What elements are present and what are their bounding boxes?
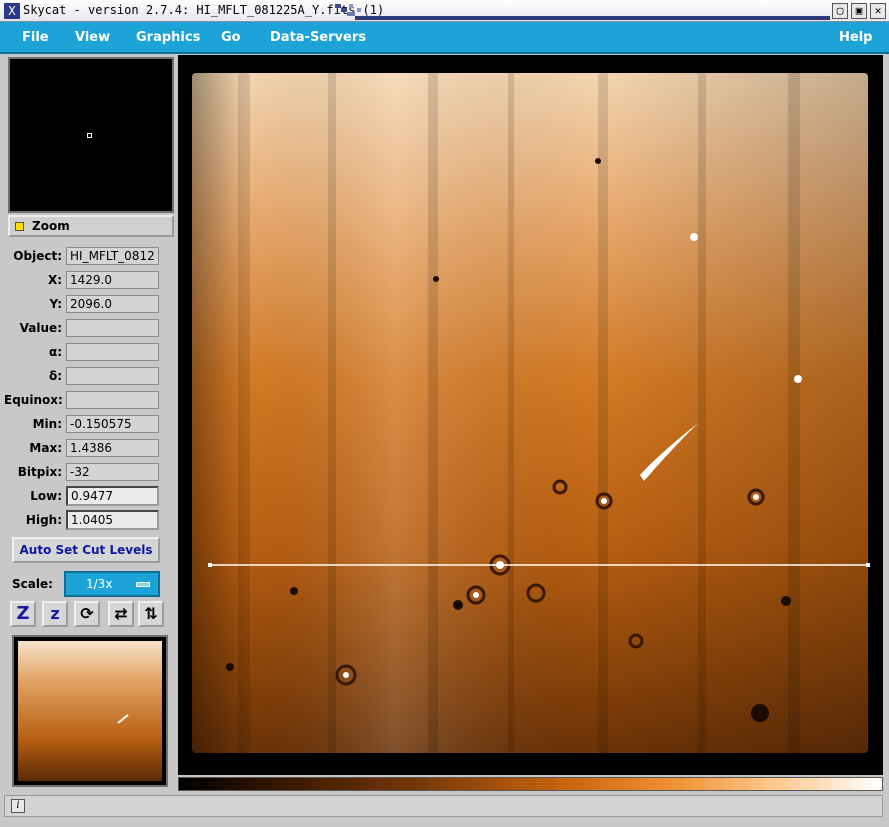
equinox-field: [66, 391, 159, 409]
scale-select[interactable]: 1/3x: [64, 571, 160, 597]
thumbnail-graphic: [18, 641, 162, 781]
max-label: Max:: [29, 441, 62, 455]
zoom-in-icon: Z: [16, 603, 30, 624]
control-panel: Zoom Object: HI_MFLT_0812 X: 1429.0 Y: 2…: [4, 55, 176, 792]
colorbar[interactable]: [178, 777, 883, 791]
menu-bar: File View Graphics Go Data-Servers Help: [0, 22, 889, 54]
auto-set-cut-levels-button[interactable]: Auto Set Cut Levels: [12, 537, 160, 563]
menu-file[interactable]: File: [22, 30, 49, 45]
image-display[interactable]: [178, 55, 883, 775]
max-field: 1.4386: [66, 439, 159, 457]
app-icon[interactable]: X: [4, 3, 20, 19]
y-label: Y:: [49, 297, 62, 311]
flip-y-button[interactable]: ⇅: [138, 601, 164, 627]
bitpix-label: Bitpix:: [17, 465, 62, 479]
pan-cursor-marker[interactable]: [87, 133, 92, 138]
zoom-checkbox[interactable]: [15, 222, 24, 231]
min-label: Min:: [32, 417, 62, 431]
x-label: X:: [47, 273, 62, 287]
info-icon[interactable]: i: [11, 799, 25, 813]
menu-graphics[interactable]: Graphics: [136, 30, 200, 45]
scale-label: Scale:: [12, 577, 53, 591]
pan-view[interactable]: [8, 57, 174, 213]
zoom-out-button[interactable]: z: [42, 601, 68, 627]
dropdown-indicator-icon: [136, 582, 150, 587]
bitpix-field: -32: [66, 463, 159, 481]
delta-field: [66, 367, 159, 385]
menu-data-servers[interactable]: Data-Servers: [270, 30, 366, 45]
title-bar-decoration: [335, 4, 830, 20]
maximize-button[interactable]: ▣: [851, 3, 867, 19]
zoom-out-icon: z: [50, 604, 60, 623]
y-field: 2096.0: [66, 295, 159, 313]
zoom-label: Zoom: [32, 219, 70, 233]
image-thumbnail[interactable]: [12, 635, 168, 787]
value-field: [66, 319, 159, 337]
window-title: Skycat - version 2.7.4: HI_MFLT_081225A_…: [23, 3, 385, 17]
status-bar: i: [4, 795, 883, 817]
x-field: 1429.0: [66, 271, 159, 289]
zoom-in-button[interactable]: Z: [10, 601, 36, 627]
flip-x-icon: ⇄: [114, 604, 128, 623]
menu-help[interactable]: Help: [839, 30, 872, 45]
alpha-field: [66, 343, 159, 361]
menu-view[interactable]: View: [75, 30, 110, 45]
low-input[interactable]: 0.9477: [66, 486, 159, 506]
object-field: HI_MFLT_0812: [66, 247, 159, 265]
object-label: Object:: [13, 249, 62, 263]
value-label: Value:: [19, 321, 62, 335]
delta-label: δ:: [48, 369, 62, 383]
alpha-label: α:: [48, 345, 62, 359]
rotate-button[interactable]: ⟳: [74, 601, 100, 627]
rotate-icon: ⟳: [80, 604, 94, 623]
zoom-toggle[interactable]: Zoom: [8, 215, 174, 237]
menu-go[interactable]: Go: [221, 30, 241, 45]
close-button[interactable]: ✕: [870, 3, 886, 19]
equinox-label: Equinox:: [4, 393, 63, 407]
scale-value: 1/3x: [86, 577, 113, 591]
high-label: High:: [25, 513, 62, 527]
high-input[interactable]: 1.0405: [66, 510, 159, 530]
fits-image[interactable]: [178, 55, 883, 775]
flip-y-icon: ⇅: [144, 604, 158, 623]
minimize-button[interactable]: ▢: [832, 3, 848, 19]
min-field: -0.150575: [66, 415, 159, 433]
flip-x-button[interactable]: ⇄: [108, 601, 134, 627]
title-bar: X Skycat - version 2.7.4: HI_MFLT_081225…: [0, 0, 889, 22]
low-label: Low:: [30, 489, 62, 503]
